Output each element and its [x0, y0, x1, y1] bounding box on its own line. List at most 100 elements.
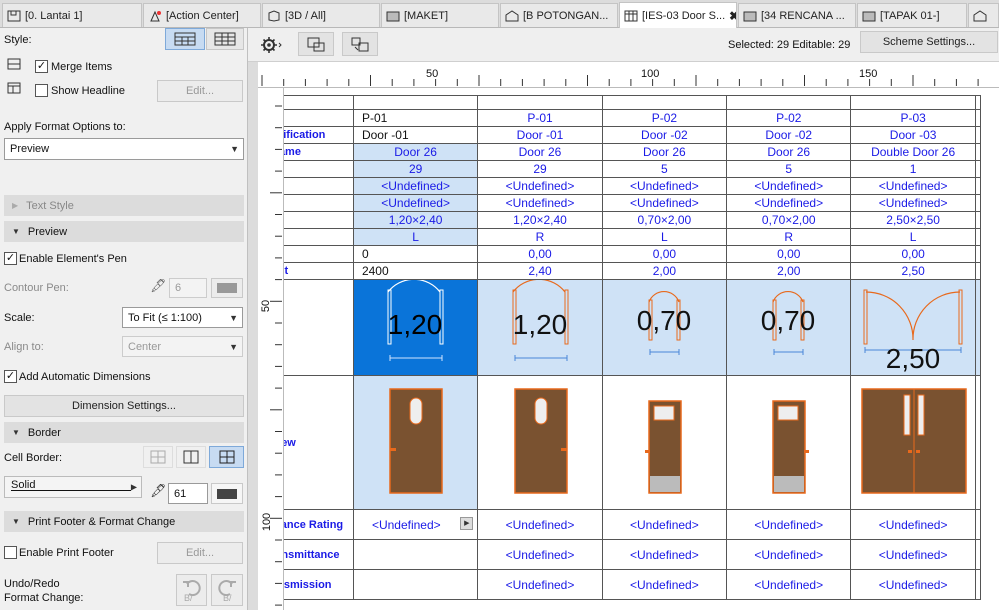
close-tab-icon[interactable]: ✖	[729, 9, 736, 23]
tab-lantai-1[interactable]: [0. Lantai 1]	[2, 3, 142, 27]
elevation-view-cell[interactable]	[477, 375, 603, 510]
table-cell[interactable]: P-01	[352, 109, 479, 127]
border-outline-button[interactable]	[143, 446, 173, 468]
table-cell[interactable]: <Undefined>	[477, 194, 603, 212]
line-type-select[interactable]: Solid ▶	[4, 476, 142, 498]
elevation-view-cell[interactable]	[850, 375, 976, 510]
border-section-header[interactable]: ▼ Border	[4, 422, 244, 443]
table-cell[interactable]: <Undefined>	[601, 177, 728, 195]
table-cell[interactable]	[352, 569, 479, 600]
plan-symbol-cell[interactable]: 0,70	[601, 279, 728, 376]
table-cell[interactable]: <Undefined>	[726, 194, 852, 212]
table-cell[interactable]: 1,20×2,40	[352, 211, 479, 229]
table-cell[interactable]: 0,70×2,00	[601, 211, 728, 229]
table-cell[interactable]: L	[850, 228, 976, 246]
border-all-button[interactable]	[209, 446, 244, 468]
table-cell[interactable]: <Undefined>	[850, 539, 976, 570]
dimension-settings-button[interactable]: Dimension Settings...	[4, 395, 244, 417]
contour-pen-field[interactable]: 6	[169, 278, 207, 298]
table-cell[interactable]: <Undefined>	[477, 539, 603, 570]
table-cell[interactable]: 0,00	[850, 245, 976, 263]
scale-select[interactable]: To Fit (≤ 1:100) ▼	[122, 307, 243, 328]
cell-expand-button[interactable]: ▶	[460, 517, 474, 530]
table-cell[interactable]: <Undefined>	[850, 509, 976, 540]
show-headline-checkbox[interactable]	[35, 84, 48, 97]
enable-print-footer-checkbox[interactable]	[4, 546, 17, 559]
print-footer-edit-button[interactable]: Edit...	[157, 542, 243, 564]
table-cell[interactable]: <Undefined>	[850, 569, 976, 600]
tab-34-rencana[interactable]: [34 RENCANA ...	[738, 3, 856, 27]
tab-ies-03-door-schedule[interactable]: [IES-03 Door S... ✖	[619, 2, 737, 28]
table-cell[interactable]: Door -01	[477, 126, 603, 144]
headline-edit-button[interactable]: Edit...	[157, 80, 243, 102]
table-cell[interactable]: 2400	[352, 262, 479, 280]
table-cell[interactable]: 5	[726, 160, 852, 178]
table-cell[interactable]: <Undefined>	[601, 539, 728, 570]
table-cell[interactable]: 2,50	[850, 262, 976, 280]
table-cell[interactable]: 2,50×2,50	[850, 211, 976, 229]
table-cell[interactable]: 2,00	[726, 262, 852, 280]
tab-b-potongan[interactable]: [B POTONGAN...	[500, 3, 618, 27]
table-cell[interactable]: <Undefined>	[850, 194, 976, 212]
line-pen-swatch[interactable]	[211, 483, 243, 504]
table-cell[interactable]: Door -02	[601, 126, 728, 144]
table-cell[interactable]: 29	[352, 160, 479, 178]
table-cell[interactable]	[352, 539, 479, 570]
table-cell[interactable]: Door -01	[352, 126, 479, 144]
elevation-view-cell[interactable]	[352, 375, 479, 510]
table-cell[interactable]: Door 26	[352, 143, 479, 161]
table-cell[interactable]: <Undefined>	[352, 177, 479, 195]
table-cell[interactable]: <Undefined>	[726, 509, 852, 540]
table-cell[interactable]: 0,00	[601, 245, 728, 263]
table-cell[interactable]: 1,20×2,40	[477, 211, 603, 229]
table-cell[interactable]: 0,70×2,00	[726, 211, 852, 229]
table-cell[interactable]: <Undefined>	[726, 177, 852, 195]
align-to-select[interactable]: Center ▼	[122, 336, 243, 357]
table-cell[interactable]: R	[726, 228, 852, 246]
table-cell[interactable]: 1	[850, 160, 976, 178]
plan-symbol-cell[interactable]: 1,20	[477, 279, 603, 376]
table-cell[interactable]: L	[352, 228, 479, 246]
table-cell[interactable]: Double Door 26	[850, 143, 976, 161]
table-cell[interactable]: <Undefined>	[601, 194, 728, 212]
table-cell[interactable]: 0,00	[477, 245, 603, 263]
preview-section-header[interactable]: ▼ Preview	[4, 221, 244, 242]
table-cell[interactable]: 0,00	[726, 245, 852, 263]
enable-pen-checkbox[interactable]: ✓	[4, 252, 17, 265]
elevation-view-cell[interactable]	[601, 375, 728, 510]
tab-action-center[interactable]: [Action Center]	[143, 3, 261, 27]
table-cell[interactable]: 5	[601, 160, 728, 178]
apply-format-select[interactable]: Preview ▼	[4, 138, 244, 160]
merge-items-checkbox[interactable]: ✓	[35, 60, 48, 73]
zoom-all-button[interactable]	[342, 32, 378, 56]
table-cell[interactable]: <Undefined>	[477, 509, 603, 540]
tab-maket[interactable]: [MAKET]	[381, 3, 499, 27]
undo-format-button[interactable]: B/	[176, 574, 207, 606]
scheme-settings-button[interactable]: Scheme Settings...	[860, 31, 998, 53]
border-vertical-button[interactable]	[176, 446, 206, 468]
table-cell[interactable]: <Undefined>	[726, 539, 852, 570]
table-cell[interactable]: Door -02	[726, 126, 852, 144]
table-cell[interactable]: <Undefined>	[477, 569, 603, 600]
plan-symbol-cell[interactable]: 2,50	[850, 279, 976, 376]
table-cell[interactable]: Door 26	[726, 143, 852, 161]
redo-format-button[interactable]: B/	[211, 574, 243, 606]
plan-symbol-cell[interactable]: 0,70	[726, 279, 852, 376]
table-cell[interactable]: 2,40	[477, 262, 603, 280]
table-cell[interactable]: <Undefined>	[477, 177, 603, 195]
line-pen-field[interactable]: 61	[168, 483, 208, 504]
table-cell[interactable]: P-01	[477, 109, 603, 127]
text-style-section-header[interactable]: ▶ Text Style	[4, 195, 244, 216]
tab-tapak-01[interactable]: [TAPAK 01-]	[857, 3, 967, 27]
table-cell[interactable]: R	[477, 228, 603, 246]
tab-overflow[interactable]	[968, 3, 999, 27]
table-cell[interactable]: Door -03	[850, 126, 976, 144]
add-auto-dimensions-checkbox[interactable]: ✓	[4, 370, 17, 383]
table-cell[interactable]: <Undefined>	[601, 569, 728, 600]
table-cell[interactable]: P-03	[850, 109, 976, 127]
zoom-selection-button[interactable]	[298, 32, 334, 56]
style-table-button[interactable]	[206, 28, 244, 50]
table-cell[interactable]: Door 26	[601, 143, 728, 161]
table-cell[interactable]: <Undefined>	[352, 194, 479, 212]
table-cell[interactable]: <Undefined>	[601, 509, 728, 540]
